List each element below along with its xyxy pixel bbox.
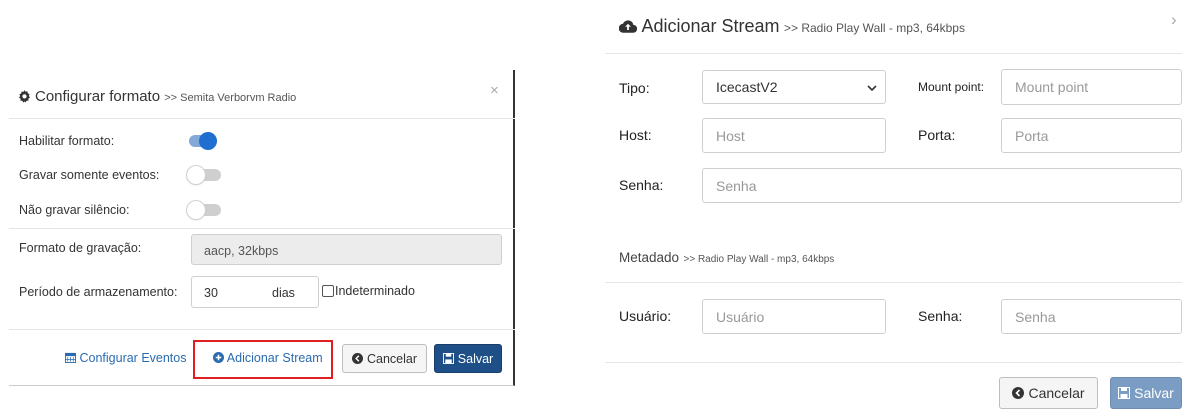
close-icon[interactable]: × <box>490 82 499 99</box>
nao-gravar-silencio-label: Não gravar silêncio: <box>19 203 130 217</box>
tipo-value: IcecastV2 <box>716 79 778 95</box>
modal-title-text: Configurar formato <box>35 88 161 105</box>
indeterminado-label[interactable]: Indeterminado <box>335 284 415 298</box>
formato-gravacao-label: Formato de gravação: <box>19 241 142 255</box>
metadado-title: Metadado <box>619 250 680 265</box>
adicionar-stream-label: Adicionar Stream <box>226 351 323 365</box>
tipo-label: Tipo: <box>619 80 650 96</box>
mount-point-input[interactable]: Mount point <box>1001 69 1182 105</box>
adicionar-stream-button[interactable]: Adicionar Stream <box>213 351 323 365</box>
arrow-left-circle-icon <box>351 353 363 364</box>
host-placeholder: Host <box>716 127 745 144</box>
host-input[interactable]: Host <box>702 118 886 153</box>
toggle-knob <box>187 166 205 184</box>
metadado-heading: Metadado >> Radio Play Wall - mp3, 64kbp… <box>619 249 834 267</box>
usuario-label: Usuário: <box>619 308 672 324</box>
panel-subtitle: >> Radio Play Wall - mp3, 64kbps <box>783 21 965 35</box>
divider <box>9 118 515 119</box>
configurar-formato-modal: Configurar formato >> Semita Verborvm Ra… <box>9 70 515 386</box>
gear-icon <box>18 90 31 103</box>
divider <box>9 228 515 229</box>
divider <box>605 53 1182 54</box>
close-icon[interactable]: › <box>1171 10 1177 30</box>
senha-input[interactable]: Senha <box>702 168 1182 203</box>
plus-circle-icon <box>213 352 224 363</box>
habilitar-formato-label: Habilitar formato: <box>19 134 115 148</box>
senha-metadado-input[interactable]: Senha <box>1001 299 1182 334</box>
formato-gravacao-field: aacp, 32kbps <box>191 234 502 265</box>
divider <box>605 282 1182 283</box>
toggle-knob <box>187 201 205 219</box>
adicionar-stream-panel: Adicionar Stream >> Radio Play Wall - mp… <box>605 0 1182 409</box>
periodo-value: 30 <box>204 286 218 300</box>
save-icon <box>442 353 454 364</box>
salvar-label: Salvar <box>457 351 494 366</box>
modal-subtitle: >> Semita Verborvm Radio <box>164 92 297 104</box>
senha-label: Senha: <box>619 177 664 193</box>
usuario-placeholder: Usuário <box>716 308 765 325</box>
panel-title: Adicionar Stream >> Radio Play Wall - mp… <box>618 16 965 37</box>
periodo-input[interactable]: 30 dias <box>191 276 319 308</box>
toggle-knob <box>199 132 217 150</box>
mount-point-placeholder: Mount point <box>1015 79 1089 95</box>
porta-placeholder: Porta <box>1015 127 1049 144</box>
senha-metadado-label: Senha: <box>918 308 963 324</box>
cloud-upload-icon <box>618 20 638 33</box>
configurar-eventos-button[interactable]: Configurar Eventos <box>65 351 187 365</box>
usuario-input[interactable]: Usuário <box>702 299 886 334</box>
mount-point-label: Mount point: <box>918 80 985 94</box>
gravar-eventos-label: Gravar somente eventos: <box>19 168 160 182</box>
nao-gravar-silencio-toggle[interactable] <box>187 201 221 219</box>
divider <box>9 329 515 330</box>
configurar-eventos-label: Configurar Eventos <box>79 351 187 365</box>
save-icon <box>1118 387 1131 399</box>
gravar-eventos-toggle[interactable] <box>187 166 221 184</box>
cancelar-stream-button[interactable]: Cancelar <box>999 377 1098 409</box>
cancelar-label: Cancelar <box>366 351 418 366</box>
periodo-unit: dias <box>272 286 295 300</box>
host-label: Host: <box>619 127 652 143</box>
salvar-button[interactable]: Salvar <box>434 344 502 373</box>
porta-label: Porta: <box>918 127 956 143</box>
metadado-subtitle: >> Radio Play Wall - mp3, 64kbps <box>683 254 835 265</box>
divider <box>605 362 1182 363</box>
indeterminado-checkbox[interactable] <box>322 285 334 297</box>
salvar-stream-label: Salvar <box>1134 385 1174 401</box>
arrow-left-circle-icon <box>1012 387 1025 399</box>
calendar-icon <box>65 352 76 363</box>
salvar-stream-button[interactable]: Salvar <box>1110 377 1182 409</box>
periodo-label: Período de armazenamento: <box>19 285 178 299</box>
panel-title-text: Adicionar Stream <box>641 16 780 36</box>
modal-title: Configurar formato >> Semita Verborvm Ra… <box>18 88 296 105</box>
senha-placeholder: Senha <box>716 177 757 194</box>
porta-input[interactable]: Porta <box>1001 118 1182 153</box>
tipo-select[interactable]: IcecastV2 <box>702 70 886 104</box>
senha-metadado-placeholder: Senha <box>1015 308 1056 325</box>
habilitar-formato-toggle[interactable] <box>183 132 217 150</box>
cancelar-button[interactable]: Cancelar <box>342 344 427 373</box>
chevron-down-icon <box>867 85 877 92</box>
cancelar-stream-label: Cancelar <box>1028 385 1085 401</box>
